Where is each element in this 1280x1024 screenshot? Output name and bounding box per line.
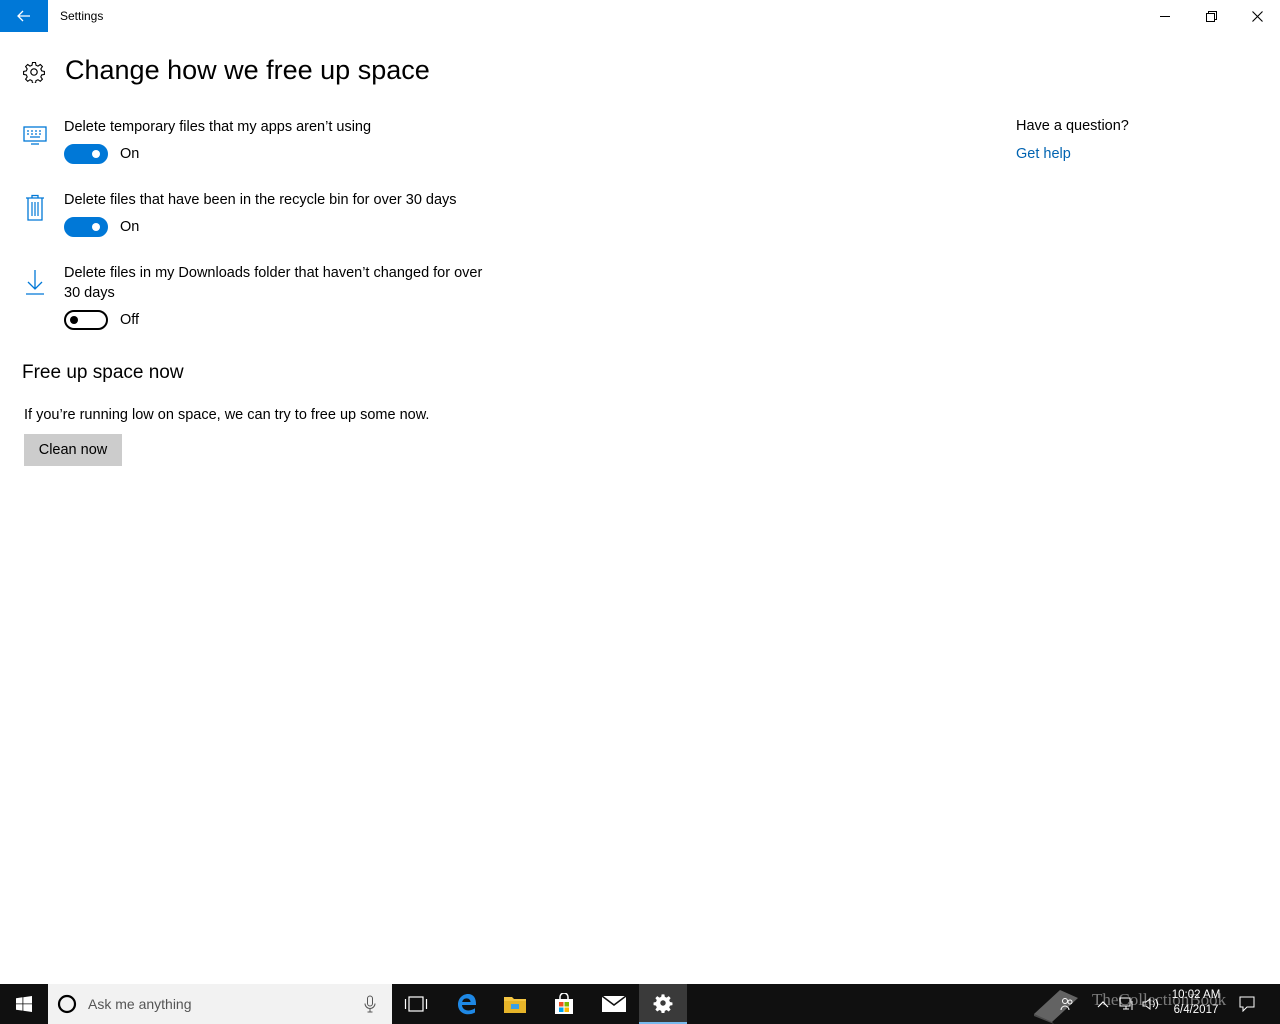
search-placeholder: Ask me anything <box>88 996 192 1012</box>
show-hidden-icons-chevron-icon[interactable] <box>1097 984 1109 1024</box>
page-title: Change how we free up space <box>65 55 430 85</box>
people-icon[interactable] <box>1060 984 1074 1024</box>
settings-gear-icon <box>653 994 673 1013</box>
volume-icon[interactable] <box>1142 984 1160 1024</box>
system-clock[interactable]: 10:02 AM 6/4/2017 <box>1168 988 1224 1018</box>
toggle-knob <box>92 223 100 231</box>
downloads-toggle-row: Off <box>64 310 139 330</box>
windows-logo-icon <box>16 996 32 1012</box>
recycle-bin-toggle-row: On <box>64 217 139 237</box>
start-button[interactable] <box>0 984 48 1024</box>
store-button[interactable] <box>540 984 588 1024</box>
downloads-toggle[interactable] <box>64 310 108 330</box>
clock-date: 6/4/2017 <box>1173 1004 1219 1016</box>
back-arrow-icon <box>17 10 30 22</box>
download-icon <box>26 270 44 295</box>
microphone-icon[interactable] <box>364 995 376 1013</box>
setting-label: Delete files in my Downloads folder that… <box>64 265 483 301</box>
temp-files-toggle[interactable] <box>64 144 108 164</box>
setting-label: Delete temporary files that my apps aren… <box>64 119 372 135</box>
gear-icon <box>23 61 45 83</box>
restore-icon <box>1205 10 1217 22</box>
file-explorer-button[interactable] <box>491 984 539 1024</box>
toggle-state-label: On <box>120 146 140 162</box>
book-logo-icon <box>1034 990 1078 1024</box>
clock-time: 10:02 AM <box>1171 989 1221 1001</box>
section-description: If you’re running low on space, we can t… <box>24 407 430 423</box>
taskbar-search-box[interactable]: Ask me anything <box>48 984 392 1024</box>
cortana-icon <box>57 994 77 1014</box>
minimize-button[interactable] <box>1142 0 1188 32</box>
settings-taskbar-button[interactable] <box>639 984 687 1024</box>
restore-button[interactable] <box>1188 0 1234 32</box>
minimize-icon <box>1159 15 1170 17</box>
task-view-icon <box>404 996 428 1012</box>
task-view-button[interactable] <box>392 984 440 1024</box>
app-title: Settings <box>60 9 104 23</box>
network-icon[interactable] <box>1119 984 1135 1024</box>
recycle-bin-icon <box>26 194 44 221</box>
get-help-link[interactable]: Get help <box>1016 146 1071 162</box>
toggle-state-label: Off <box>120 312 140 328</box>
edge-icon <box>458 994 477 1015</box>
store-icon <box>555 993 573 1014</box>
section-title: Free up space now <box>22 362 184 383</box>
recycle-bin-toggle[interactable] <box>64 217 108 237</box>
folder-icon <box>504 997 526 1013</box>
setting-label: Delete files that have been in the recyc… <box>64 192 457 208</box>
temp-files-icon <box>23 126 47 145</box>
close-icon <box>1251 10 1263 22</box>
toggle-knob <box>70 316 78 324</box>
toggle-knob <box>92 150 100 158</box>
title-bar: Settings <box>0 0 1280 32</box>
temp-files-toggle-row: On <box>64 144 139 164</box>
mail-button[interactable] <box>590 984 638 1024</box>
mail-icon <box>601 995 627 1012</box>
toggle-state-label: On <box>120 219 140 235</box>
clean-now-button[interactable]: Clean now <box>24 434 122 466</box>
help-title: Have a question? <box>1016 118 1129 134</box>
action-center-icon[interactable] <box>1239 984 1255 1024</box>
edge-button[interactable] <box>443 984 491 1024</box>
back-button[interactable] <box>0 0 48 32</box>
close-button[interactable] <box>1234 0 1280 32</box>
taskbar: Ask me anything TheCollectionBook 10:02 … <box>0 984 1280 1024</box>
